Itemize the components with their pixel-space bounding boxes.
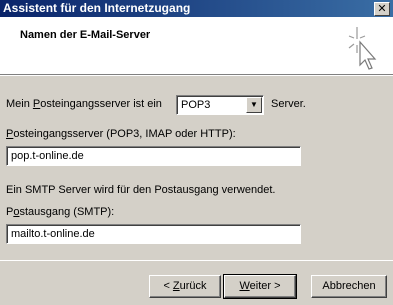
incoming-server-input[interactable]: [6, 146, 301, 166]
wizard-header: Namen der E-Mail-Server: [0, 17, 393, 75]
dropdown-button[interactable]: ▼: [246, 97, 262, 113]
title-bar[interactable]: Assistent für den Internetzugang ✕: [0, 0, 393, 17]
outgoing-server-label: Postausgang (SMTP):: [6, 206, 115, 218]
smtp-info-text: Ein SMTP Server wird für den Postausgang…: [6, 184, 276, 196]
button-divider: [0, 260, 393, 261]
incoming-server-label: Posteingangsserver (POP3, IMAP oder HTTP…: [6, 128, 236, 140]
close-icon: ✕: [377, 3, 387, 15]
incoming-type-select[interactable]: POP3 ▼: [176, 95, 264, 115]
wizard-window: Assistent für den Internetzugang ✕ Namen…: [0, 0, 393, 305]
header-divider: [0, 75, 393, 76]
close-button[interactable]: ✕: [374, 2, 390, 16]
next-button[interactable]: Weiter >: [223, 274, 297, 299]
incoming-type-value: POP3: [181, 99, 211, 111]
wizard-sparkle-cursor-icon: [348, 27, 377, 70]
chevron-down-icon: ▼: [250, 100, 258, 109]
page-title: Namen der E-Mail-Server: [20, 29, 151, 41]
back-button[interactable]: < Zurück: [149, 275, 221, 298]
outgoing-server-input[interactable]: [6, 224, 301, 244]
cancel-button[interactable]: Abbrechen: [311, 275, 387, 298]
window-title: Assistent für den Internetzugang: [3, 1, 191, 15]
incoming-type-suffix: Server.: [271, 98, 306, 110]
incoming-type-label: Mein Posteingangsserver ist ein: [6, 98, 162, 110]
